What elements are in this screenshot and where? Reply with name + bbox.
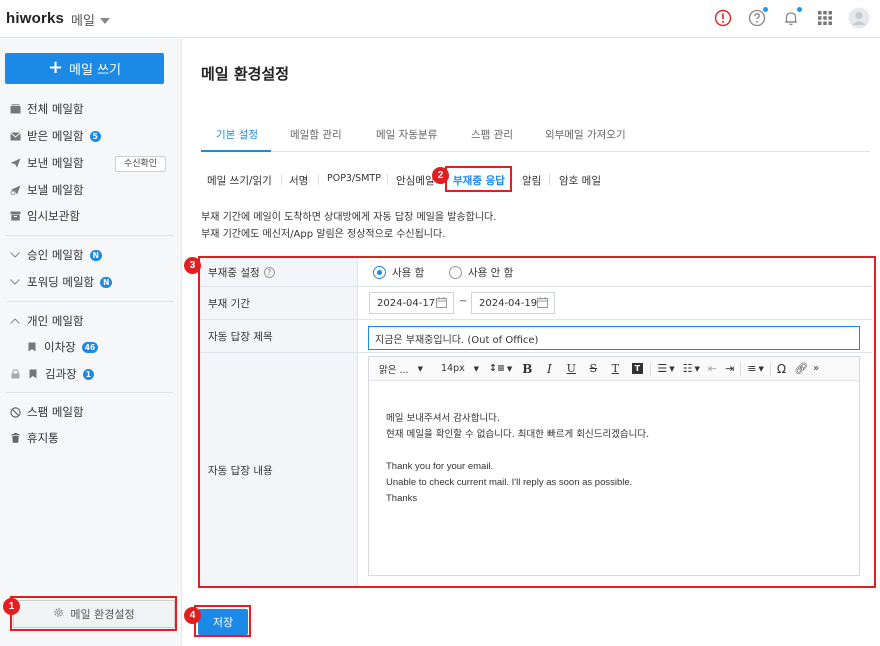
bookmark-icon <box>26 341 38 353</box>
subtab-write-read[interactable]: 메일 쓰기/읽기 <box>207 173 272 188</box>
sidebar-divider <box>6 301 174 302</box>
sidebar-divider <box>6 392 174 393</box>
compose-label: 메일 쓰기 <box>69 63 122 78</box>
sidebar-item-folder-kim[interactable]: 김과장 1 <box>9 364 94 384</box>
plus-icon: + <box>47 56 64 78</box>
app-name: 메일 <box>71 14 95 29</box>
sidebar-item-label: 보낼 메일함 <box>27 183 84 197</box>
sidebar-item-approval[interactable]: 승인 메일함 N <box>9 245 102 265</box>
tab-mailbox-management[interactable]: 메일함 관리 <box>290 127 342 142</box>
chevron-down-icon[interactable] <box>9 249 21 261</box>
subtab-pop3-smtp[interactable]: POP3/SMTP <box>327 173 381 184</box>
sidebar-item-drafts[interactable]: 임시보관함 <box>9 206 80 226</box>
ban-icon <box>9 406 21 418</box>
sidebar-item-inbox[interactable]: 받은 메일함 5 <box>9 126 101 146</box>
sidebar-item-label: 포워딩 메일함 <box>27 275 95 289</box>
user-avatar-icon[interactable] <box>848 7 870 29</box>
callout-marker-2: 2 <box>432 167 449 184</box>
sidebar-item-label: 휴지통 <box>27 431 59 445</box>
sidebar-item-trash[interactable]: 휴지통 <box>9 428 59 448</box>
sidebar-item-label: 전체 메일함 <box>27 102 84 116</box>
callout-highlight-1 <box>10 596 177 631</box>
callout-marker-4: 4 <box>184 607 201 624</box>
callout-highlight-2 <box>445 166 512 192</box>
tab-basic-settings[interactable]: 기본 설정 <box>216 127 258 142</box>
description-line-2: 부재 기간에도 메신저/App 알림은 정상적으로 수신됩니다. <box>201 229 446 240</box>
envelope-stack-icon <box>9 103 21 115</box>
unread-count-badge: 1 <box>82 368 94 380</box>
subtab-safe-mail[interactable]: 안심메일 <box>396 173 435 188</box>
active-tab-indicator <box>201 150 271 152</box>
subtab-divider <box>387 174 388 185</box>
sidebar-divider <box>6 235 174 236</box>
tab-spam-management[interactable]: 스팸 관리 <box>471 127 513 142</box>
unread-count-badge: 5 <box>89 130 101 142</box>
sidebar-item-label: 김과장 <box>45 367 77 381</box>
subtab-notifications[interactable]: 알림 <box>522 173 541 188</box>
new-badge: N <box>89 249 102 261</box>
subtab-divider <box>318 174 319 185</box>
subtab-signature[interactable]: 서명 <box>289 173 308 188</box>
sidebar-item-label: 이차장 <box>44 340 76 354</box>
sidebar-item-spam[interactable]: 스팸 메일함 <box>9 402 84 422</box>
envelope-icon <box>9 130 21 142</box>
subtab-divider <box>549 174 550 185</box>
sidebar-item-all-mail[interactable]: 전체 메일함 <box>9 99 84 119</box>
sidebar-item-label: 승인 메일함 <box>27 248 84 262</box>
sidebar-item-outbox[interactable]: 보낼 메일함 <box>9 180 84 200</box>
sidebar-item-label: 임시보관함 <box>27 209 80 223</box>
app-switcher[interactable]: 메일 <box>71 10 110 29</box>
sidebar-item-sent[interactable]: 보낸 메일함 <box>9 153 84 173</box>
caret-down-icon <box>99 17 110 24</box>
chevron-down-icon[interactable] <box>9 276 21 288</box>
help-icon[interactable] <box>746 7 768 29</box>
send-icon <box>9 157 21 169</box>
logo[interactable]: hiworks <box>6 10 64 27</box>
callout-highlight-3 <box>198 256 876 588</box>
top-bar: hiworks 메일 <box>0 0 880 38</box>
sidebar-item-label: 스팸 메일함 <box>27 405 84 419</box>
archive-icon <box>9 210 21 222</box>
settings-tabs: 기본 설정 메일함 관리 메일 자동분류 스팸 관리 외부메일 가져오기 <box>201 116 870 152</box>
notification-dot <box>797 7 802 12</box>
page-title: 메일 환경설정 <box>201 65 290 83</box>
unread-count-badge: 46 <box>81 341 99 353</box>
sidebar-item-forwarding[interactable]: 포워딩 메일함 N <box>9 272 113 292</box>
tab-external-mail-import[interactable]: 외부메일 가져오기 <box>545 127 626 142</box>
tab-auto-classification[interactable]: 메일 자동분류 <box>376 127 437 142</box>
sidebar-item-label: 개인 메일함 <box>27 314 84 328</box>
sidebar-item-folder-lee[interactable]: 이차장 46 <box>26 337 99 357</box>
new-badge: N <box>100 276 113 288</box>
send-scheduled-icon <box>9 184 21 196</box>
sidebar-item-label: 보낸 메일함 <box>27 156 84 170</box>
compose-mail-button[interactable]: + 메일 쓰기 <box>5 53 164 84</box>
sidebar-item-personal[interactable]: 개인 메일함 <box>9 311 84 331</box>
callout-marker-3: 3 <box>184 257 201 274</box>
subtab-encrypted-mail[interactable]: 암호 메일 <box>559 173 601 188</box>
lock-icon <box>9 368 21 380</box>
alert-icon[interactable] <box>712 7 734 29</box>
bookmark-icon <box>27 368 39 380</box>
sidebar-item-label: 받은 메일함 <box>27 129 84 143</box>
sidebar: + 메일 쓰기 전체 메일함 받은 메일함 5 보낸 메일함 수신확인 보낼 메… <box>0 39 182 646</box>
notification-dot <box>763 7 768 12</box>
callout-marker-1: 1 <box>3 598 20 615</box>
callout-highlight-4 <box>194 605 251 637</box>
chevron-up-icon[interactable] <box>9 315 21 327</box>
read-receipt-button[interactable]: 수신확인 <box>115 156 166 172</box>
bell-icon[interactable] <box>780 7 802 29</box>
description-line-1: 부재 기간에 메일이 도착하면 상대방에게 자동 답장 메일을 발송합니다. <box>201 212 497 223</box>
trash-icon <box>9 432 21 444</box>
apps-grid-icon[interactable] <box>814 7 836 29</box>
subtab-divider <box>281 174 282 185</box>
